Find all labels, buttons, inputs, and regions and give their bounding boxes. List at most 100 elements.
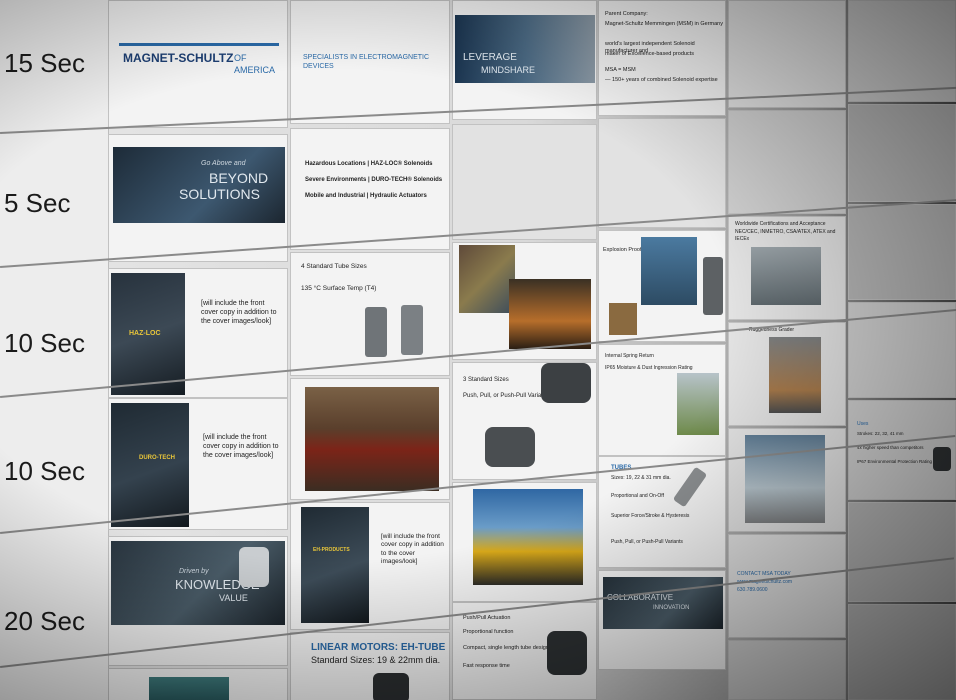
durotech-title: DURO-TECH xyxy=(139,455,175,461)
ehproducts-cover xyxy=(301,507,369,623)
plant-photo xyxy=(751,247,821,305)
train-photo xyxy=(305,387,439,491)
worldwide-line2: NEC/CEC, INMETRO, CSA/ATEX, ATEX and IEC… xyxy=(735,229,836,242)
beyond-script: Go Above and xyxy=(201,160,246,167)
bottom-photo xyxy=(149,677,229,700)
tubes-line2: Proportional and On-Off xyxy=(611,493,664,499)
tile-product-lines: Hazardous Locations | HAZ-LOC® Solenoids… xyxy=(290,128,450,250)
duration-column: 15 Sec 5 Sec 10 Sec 10 Sec 20 Sec xyxy=(0,0,109,700)
tile-beyond: Go Above and BEYOND SOLUTIONS xyxy=(108,134,288,262)
parent-line6: — 150+ years of combined Solenoid expert… xyxy=(605,77,718,83)
refinery-photo xyxy=(509,279,591,349)
row-label-4: 10 Sec xyxy=(4,456,85,486)
leverage-line1: LEVERAGE xyxy=(463,52,517,63)
tile-ruggedness: Ruggedness Grader xyxy=(728,322,846,426)
sprinkler-photo xyxy=(677,373,719,435)
product-line-2: Severe Environments | DURO-TECH® Solenoi… xyxy=(305,177,443,183)
tile-spring-return: Internal Spring Return IP65 Moisture & D… xyxy=(598,344,726,456)
row-label-1: 15 Sec xyxy=(4,48,85,78)
tagline-text: SPECIALISTS IN ELECTROMAGNETIC DEVICES xyxy=(303,54,430,71)
tile-standard-sizes: 3 Standard Sizes Push, Pull, or Push-Pul… xyxy=(452,362,597,480)
product-line-1: Hazardous Locations | HAZ-LOC® Solenoids xyxy=(305,161,433,167)
tile-blank-r2c xyxy=(728,110,846,214)
vehicle-photo xyxy=(745,435,825,523)
parent-line1: Parent Company: xyxy=(605,11,648,17)
explosion-solenoid xyxy=(703,257,723,315)
tile-blank-r2d xyxy=(848,104,956,202)
collab-line2: INNOVATION xyxy=(653,605,690,611)
contact-line3: 630.789.0600 xyxy=(737,587,768,593)
actuator-image xyxy=(541,363,591,403)
ehproducts-note: [will include the front cover copy in ad… xyxy=(381,533,444,566)
tile-worldwide: Worldwide Certifications and Acceptance … xyxy=(728,216,846,320)
tile-collage xyxy=(452,242,597,360)
tile-tagline: SPECIALISTS IN ELECTROMAGNETIC DEVICES xyxy=(290,0,450,124)
parent-line5: MSA = MSM xyxy=(605,67,636,73)
oilrig-photo xyxy=(641,237,697,305)
tile-pushpull: Push/Pull Actuation Proportional functio… xyxy=(452,602,597,700)
tile-durotech: DURO-TECH [will include the front cover … xyxy=(108,398,288,530)
product-line-3: Mobile and Industrial | Hydraulic Actuat… xyxy=(305,193,427,199)
hazloc-title: HAZ-LOC xyxy=(129,330,161,337)
linear-title: LINEAR MOTORS: EH-TUBE xyxy=(311,642,446,653)
spring-return-line1: Internal Spring Return xyxy=(605,353,654,359)
uses-actuator xyxy=(933,447,951,471)
rugged-photo xyxy=(769,337,821,413)
tube-specs-line2: 135 °C Surface Temp (T4) xyxy=(301,285,377,292)
tile-tubes: TUBES Sizes: 19, 22 & 31 mm dia. Proport… xyxy=(598,456,726,568)
tile-blank-r2b xyxy=(598,118,726,228)
ehproducts-title: EH-PRODUCTS xyxy=(313,547,350,553)
solenoid-image-2 xyxy=(401,305,423,355)
tubes-line4: Push, Pull, or Push-Pull Variants xyxy=(611,539,683,545)
wood-photo xyxy=(609,303,637,335)
worldwide-line1: Worldwide Certifications and Acceptance xyxy=(735,221,826,227)
tile-blank-r2a xyxy=(452,124,597,240)
beyond-line2: SOLUTIONS xyxy=(179,186,260,202)
tile-contact: CONTACT MSA TODAY www.magnetschultz.com … xyxy=(728,534,846,638)
linear-actuator xyxy=(373,673,409,700)
hazloc-note: [will include the front cover copy in ad… xyxy=(201,300,277,326)
knowledge-product xyxy=(239,547,269,587)
tile-ehproducts: EH-PRODUCTS [will include the front cove… xyxy=(290,502,450,630)
standard-sizes-line1: 3 Standard Sizes xyxy=(463,377,509,383)
durotech-cover xyxy=(111,403,189,527)
tube-specs-line1: 4 Standard Tube Sizes xyxy=(301,263,367,270)
tile-explosion: Explosion Proof xyxy=(598,230,726,342)
loader-photo xyxy=(473,489,583,585)
tubes-line3: Superior Force/Stroke & Hysteresis xyxy=(611,513,690,519)
pushpull-actuator xyxy=(547,631,587,675)
actuator-image-2 xyxy=(485,427,535,467)
row-label-5: 20 Sec xyxy=(4,606,85,636)
tile-blank-r1a xyxy=(728,0,846,108)
row-label-2: 5 Sec xyxy=(4,188,71,218)
tile-blank-r3 xyxy=(848,204,956,300)
uses-line1: Uses xyxy=(857,421,869,427)
tile-leverage: LEVERAGE MINDSHARE xyxy=(452,0,597,120)
knowledge-line2: VALUE xyxy=(219,593,248,603)
tile-train xyxy=(290,378,450,500)
linear-line1: Standard Sizes: 19 & 22mm dia. xyxy=(311,655,441,665)
storyboard-wall: 15 Sec 5 Sec 10 Sec 10 Sec 20 Sec MAGNET… xyxy=(0,0,956,700)
parent-line2: Magnet-Schultz Memmingen (MSM) in German… xyxy=(605,21,723,27)
logo-rule xyxy=(119,43,279,46)
gears-photo xyxy=(459,245,515,313)
spring-return-line2: IP65 Moisture & Dust Ingression Rating xyxy=(605,365,693,371)
row-label-3: 10 Sec xyxy=(4,328,85,358)
tile-knowledge: Driven by KNOWLEDGE VALUE xyxy=(108,536,288,666)
logo-brand: MAGNET-SCHULTZ xyxy=(123,51,234,65)
tile-blank-r5 xyxy=(848,502,956,602)
explosion-text: Explosion Proof xyxy=(603,247,642,253)
pushpull-line1: Push/Pull Actuation xyxy=(463,615,511,621)
leverage-line2: MINDSHARE xyxy=(481,65,536,75)
tile-blank-bottom-b xyxy=(848,604,956,700)
tile-bottom-photo xyxy=(108,668,288,700)
tile-blank-bottom-a xyxy=(728,640,846,700)
tile-vehicle xyxy=(728,428,846,532)
tube-image xyxy=(672,466,708,508)
durotech-note: [will include the front cover copy in ad… xyxy=(203,434,279,460)
tile-uses: Uses Strokes: 22, 32, 41 mm 4x higher sp… xyxy=(848,400,956,500)
solenoid-image xyxy=(365,307,387,357)
standard-sizes-line2: Push, Pull, or Push-Pull Variants xyxy=(463,393,550,399)
knowledge-script: Driven by xyxy=(179,568,209,575)
parent-line4: maker of Excellence-based products xyxy=(605,51,694,57)
